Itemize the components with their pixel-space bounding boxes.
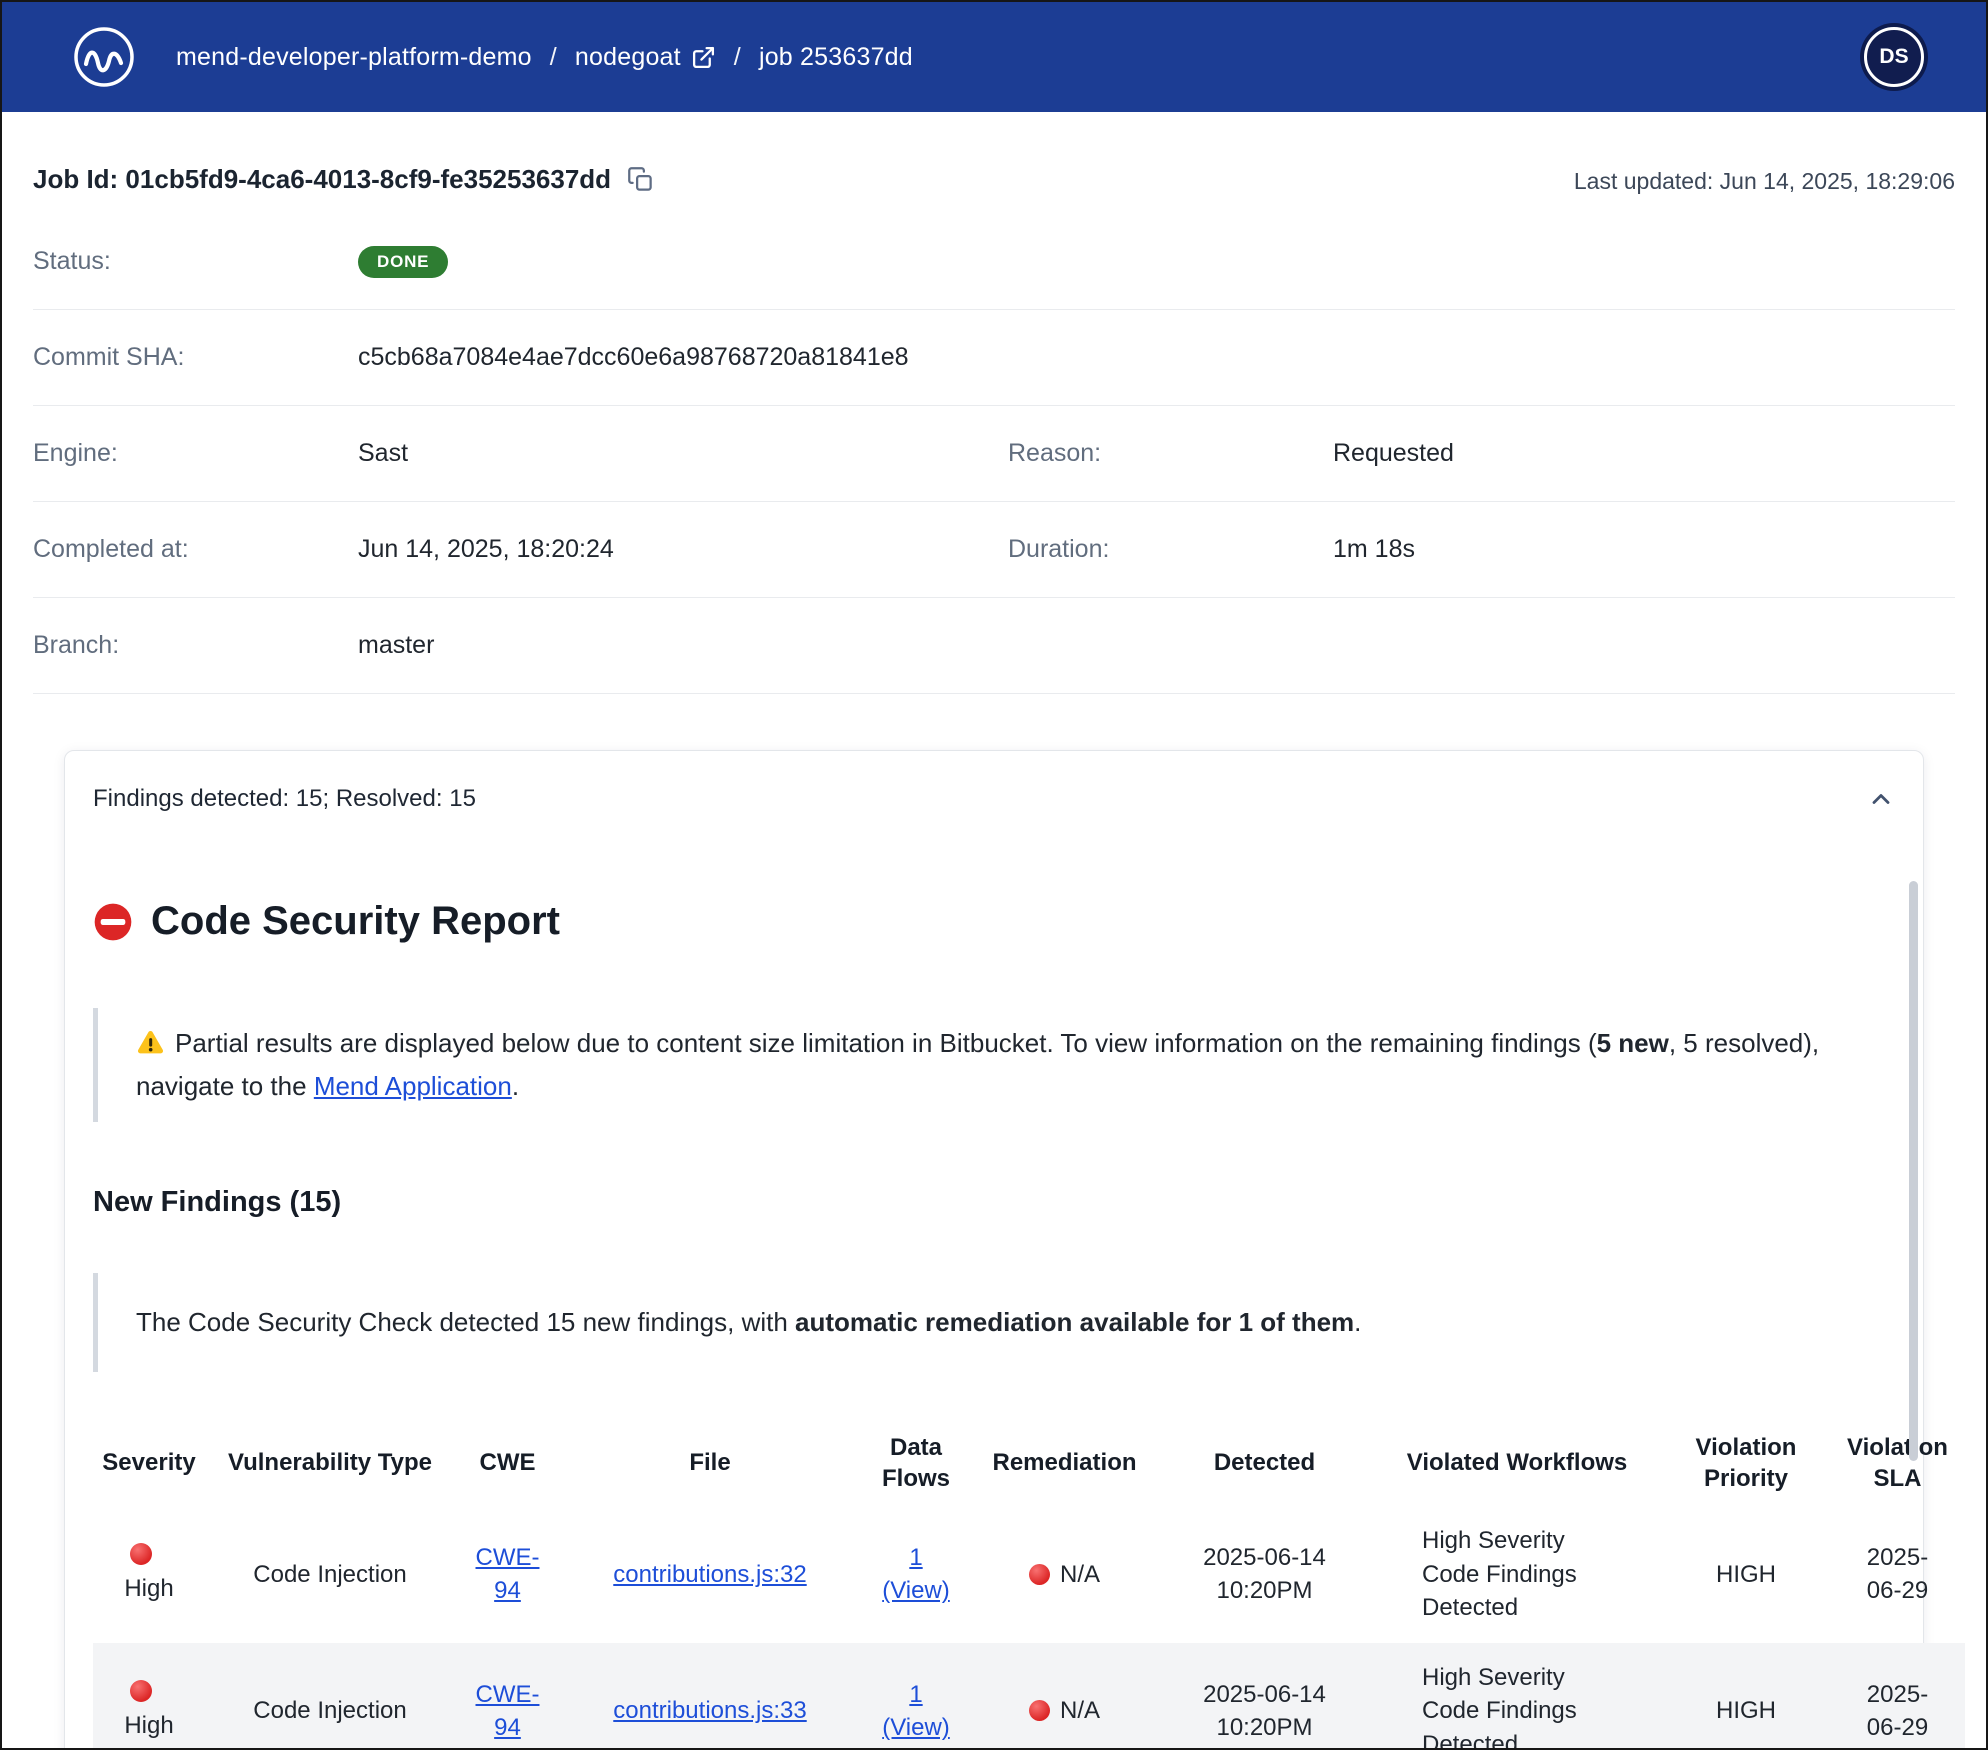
cwe-link[interactable]: CWE-94 bbox=[473, 1678, 543, 1745]
breadcrumb-project[interactable]: mend-developer-platform-demo bbox=[176, 43, 532, 72]
no-entry-icon bbox=[93, 902, 133, 942]
warning-text-pre: Partial results are displayed below due … bbox=[175, 1028, 1597, 1058]
mend-logo-icon bbox=[72, 25, 136, 89]
breadcrumb-separator: / bbox=[734, 43, 741, 72]
remediation-cell: N/A bbox=[972, 1643, 1157, 1750]
data-flows-link[interactable]: 1 (View) bbox=[876, 1541, 956, 1608]
cwe-link[interactable]: CWE-94 bbox=[473, 1541, 543, 1608]
breadcrumb: mend-developer-platform-demo / nodegoat … bbox=[176, 43, 913, 72]
col-cwe: CWE bbox=[455, 1420, 560, 1506]
breadcrumb-separator: / bbox=[550, 43, 557, 72]
branch-value: master bbox=[358, 631, 1008, 660]
commit-sha-label: Commit SHA: bbox=[33, 343, 358, 372]
job-details-section: Job Id: 01cb5fd9-4ca6-4013-8cf9-fe352536… bbox=[2, 112, 1986, 1750]
engine-value: Sast bbox=[358, 439, 1008, 468]
top-navbar: mend-developer-platform-demo / nodegoat … bbox=[2, 2, 1986, 112]
duration-value: 1m 18s bbox=[1333, 535, 1955, 564]
col-violated-workflows: Violated Workflows bbox=[1372, 1420, 1662, 1506]
app-window: mend-developer-platform-demo / nodegoat … bbox=[0, 0, 1988, 1750]
card-scrollbar[interactable] bbox=[1909, 881, 1918, 1461]
findings-summary-text: Findings detected: 15; Resolved: 15 bbox=[93, 785, 476, 813]
severity-label: High bbox=[124, 1575, 173, 1602]
remediation-cell: N/A bbox=[972, 1506, 1157, 1643]
file-link[interactable]: contributions.js:33 bbox=[613, 1697, 806, 1724]
severity-cell: High bbox=[124, 1543, 173, 1606]
col-remediation: Remediation bbox=[972, 1420, 1157, 1506]
red-circle-icon bbox=[1029, 1564, 1050, 1585]
vulnerability-type-cell: Code Injection bbox=[205, 1643, 455, 1750]
breadcrumb-repo[interactable]: nodegoat bbox=[575, 43, 716, 72]
last-updated-text: Last updated: Jun 14, 2025, 18:29:06 bbox=[1574, 164, 1955, 195]
warning-icon bbox=[136, 1027, 165, 1056]
status-row: Status: DONE bbox=[33, 214, 1955, 310]
col-data-flows: Data Flows bbox=[860, 1420, 972, 1506]
red-circle-icon bbox=[130, 1543, 152, 1565]
violation-sla-cell: 2025-06-29 bbox=[1858, 1541, 1938, 1608]
reason-value: Requested bbox=[1333, 439, 1955, 468]
findings-table: Severity Vulnerability Type CWE File Dat… bbox=[93, 1420, 1965, 1750]
warning-text-post: . bbox=[512, 1071, 519, 1101]
mend-application-link[interactable]: Mend Application bbox=[314, 1071, 512, 1101]
table-header-row: Severity Vulnerability Type CWE File Dat… bbox=[93, 1420, 1965, 1506]
intro-text-post: . bbox=[1354, 1307, 1361, 1337]
severity-cell: High bbox=[124, 1680, 173, 1743]
status-badge: DONE bbox=[358, 246, 448, 279]
duration-label: Duration: bbox=[1008, 535, 1333, 564]
file-link[interactable]: contributions.js:32 bbox=[613, 1561, 806, 1588]
remediation-value: N/A bbox=[1060, 1697, 1100, 1724]
breadcrumb-repo-label: nodegoat bbox=[575, 43, 681, 72]
detected-cell: 2025-06-14 10:20PM bbox=[1195, 1678, 1335, 1745]
new-findings-heading: New Findings (15) bbox=[93, 1186, 1895, 1219]
reason-label: Reason: bbox=[1008, 439, 1333, 468]
completed-at-value: Jun 14, 2025, 18:20:24 bbox=[358, 535, 1008, 564]
violation-sla-cell: 2025-06-29 bbox=[1858, 1678, 1938, 1745]
red-circle-icon bbox=[130, 1680, 152, 1702]
finding-row: High Code Injection CWE-94 contributions… bbox=[93, 1643, 1965, 1750]
col-file: File bbox=[560, 1420, 860, 1506]
job-id-heading: Job Id: 01cb5fd9-4ca6-4013-8cf9-fe352536… bbox=[33, 164, 654, 195]
status-label: Status: bbox=[33, 247, 358, 276]
copy-icon[interactable] bbox=[627, 166, 654, 193]
col-detected: Detected bbox=[1157, 1420, 1372, 1506]
completed-row: Completed at: Jun 14, 2025, 18:20:24 Dur… bbox=[33, 502, 1955, 598]
remediation-value: N/A bbox=[1060, 1561, 1100, 1588]
violation-priority-cell: HIGH bbox=[1662, 1506, 1830, 1643]
breadcrumb-job[interactable]: job 253637dd bbox=[759, 43, 913, 72]
findings-intro: The Code Security Check detected 15 new … bbox=[93, 1273, 1895, 1372]
red-circle-icon bbox=[1029, 1700, 1050, 1721]
findings-card: Findings detected: 15; Resolved: 15 bbox=[64, 750, 1924, 1750]
collapse-button[interactable] bbox=[1867, 785, 1895, 813]
vulnerability-type-cell: Code Injection bbox=[205, 1506, 455, 1643]
col-violation-priority: Violation Priority bbox=[1662, 1420, 1830, 1506]
violated-workflows-cell: High Severity Code Findings Detected bbox=[1422, 1524, 1612, 1625]
external-link-icon[interactable] bbox=[691, 45, 716, 70]
user-avatar[interactable]: DS bbox=[1864, 27, 1924, 87]
col-violation-sla: Violation SLA bbox=[1830, 1420, 1965, 1506]
col-severity: Severity bbox=[93, 1420, 205, 1506]
col-vulnerability-type: Vulnerability Type bbox=[205, 1420, 455, 1506]
report-title-text: Code Security Report bbox=[151, 899, 560, 944]
branch-label: Branch: bbox=[33, 631, 358, 660]
data-flows-link[interactable]: 1 (View) bbox=[876, 1678, 956, 1745]
intro-text-bold: automatic remediation available for 1 of… bbox=[795, 1307, 1354, 1337]
branch-row: Branch: master bbox=[33, 598, 1955, 694]
intro-text-pre: The Code Security Check detected 15 new … bbox=[136, 1307, 795, 1337]
engine-row: Engine: Sast Reason: Requested bbox=[33, 406, 1955, 502]
warning-text-bold: 5 new bbox=[1597, 1028, 1669, 1058]
commit-row: Commit SHA: c5cb68a7084e4ae7dcc60e6a9876… bbox=[33, 310, 1955, 406]
finding-row: High Code Injection CWE-94 contributions… bbox=[93, 1506, 1965, 1643]
report-title: Code Security Report bbox=[93, 899, 1895, 944]
job-id-text: Job Id: 01cb5fd9-4ca6-4013-8cf9-fe352536… bbox=[33, 164, 611, 195]
violated-workflows-cell: High Severity Code Findings Detected bbox=[1422, 1661, 1612, 1750]
severity-label: High bbox=[124, 1712, 173, 1739]
completed-at-label: Completed at: bbox=[33, 535, 358, 564]
partial-results-warning: Partial results are displayed below due … bbox=[93, 1008, 1895, 1122]
commit-sha-value: c5cb68a7084e4ae7dcc60e6a98768720a81841e8 bbox=[358, 343, 1008, 372]
engine-label: Engine: bbox=[33, 439, 358, 468]
detected-cell: 2025-06-14 10:20PM bbox=[1195, 1541, 1335, 1608]
violation-priority-cell: HIGH bbox=[1662, 1643, 1830, 1750]
